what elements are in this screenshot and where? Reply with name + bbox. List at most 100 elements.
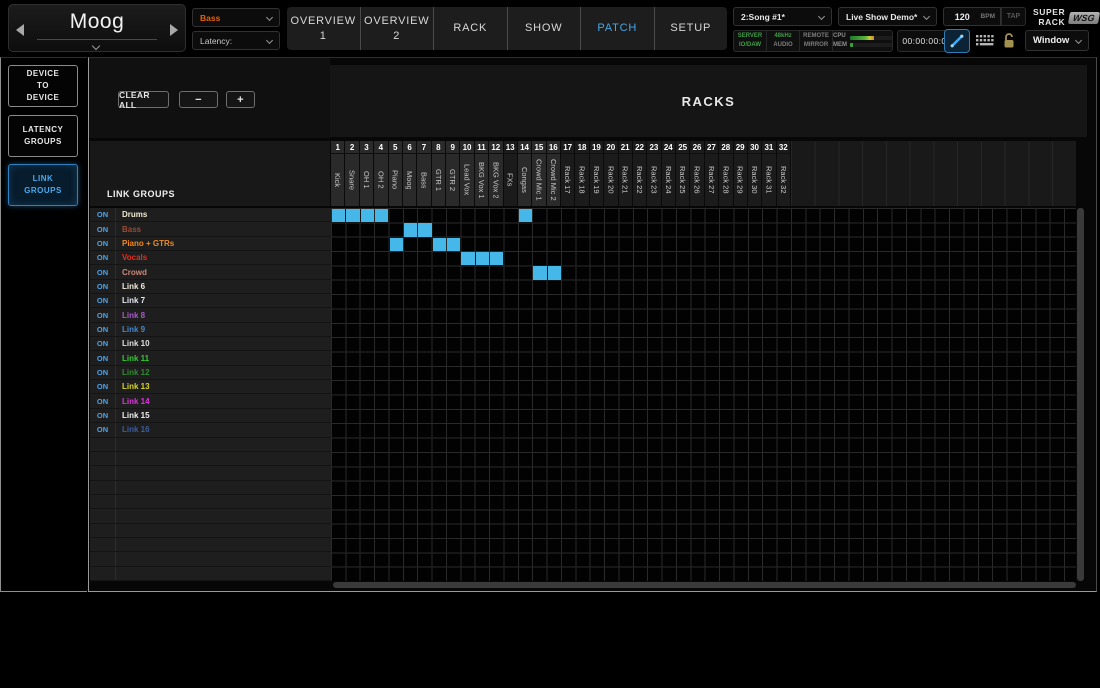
link-group-name[interactable]: Link 10 (116, 337, 331, 350)
tab-overview-1[interactable]: OVERVIEW 1 (287, 7, 360, 50)
device-next-icon[interactable] (170, 24, 178, 36)
link-group-name[interactable]: Crowd (116, 265, 331, 278)
lock-button[interactable] (1001, 31, 1017, 49)
rack-column-header[interactable]: 28Rack 28 (719, 141, 733, 206)
show-dropdown[interactable]: Live Show Demo* (838, 7, 937, 26)
link-group-name[interactable]: Link 6 (116, 280, 331, 293)
link-group-name[interactable]: Link 9 (116, 323, 331, 336)
link-assignment-cell[interactable] (548, 266, 561, 279)
rack-column-header[interactable]: 7Bass (417, 141, 431, 206)
rack-column-header[interactable]: 10Lead Vox (460, 141, 474, 206)
rack-column-header[interactable]: 8GTR 1 (432, 141, 446, 206)
link-group-on-toggle[interactable]: ON (90, 308, 116, 321)
link-group-name[interactable]: Link 14 (116, 394, 331, 407)
link-group-name[interactable]: Piano + GTRs (116, 237, 331, 250)
group-dropdown[interactable]: Bass (192, 8, 280, 27)
rack-column-header[interactable]: 14Congas (518, 141, 532, 206)
rack-column-header[interactable]: 21Rack 21 (619, 141, 633, 206)
rack-column-header[interactable]: 23Rack 23 (647, 141, 661, 206)
link-group-on-toggle[interactable]: ON (90, 294, 116, 307)
latency-groups-button[interactable]: LATENCY GROUPS (8, 115, 78, 157)
rack-column-header[interactable]: 20Rack 20 (604, 141, 618, 206)
link-group-name[interactable]: Link 7 (116, 294, 331, 307)
link-group-on-toggle[interactable]: ON (90, 394, 116, 407)
rack-column-header[interactable]: 3OH 1 (360, 141, 374, 206)
rack-column-header[interactable]: 32Rack 32 (777, 141, 791, 206)
tab-overview-2[interactable]: OVERVIEW 2 (360, 7, 434, 50)
link-group-on-toggle[interactable]: ON (90, 409, 116, 422)
link-group-on-toggle[interactable]: ON (90, 265, 116, 278)
rack-column-header[interactable]: 4OH 2 (374, 141, 388, 206)
rack-column-header[interactable]: 11BKG Vox 1 (475, 141, 489, 206)
link-group-on-toggle[interactable]: ON (90, 351, 116, 364)
tab-patch[interactable]: PATCH (580, 7, 654, 50)
link-group-name[interactable]: Bass (116, 222, 331, 235)
patch-mode-button[interactable] (944, 29, 970, 53)
rack-column-header[interactable]: 1Kick (331, 141, 345, 206)
rack-column-header[interactable]: 26Rack 26 (690, 141, 704, 206)
rack-column-header[interactable]: 24Rack 24 (662, 141, 676, 206)
link-assignment-cell[interactable] (433, 238, 446, 251)
keyboard-grid-button[interactable] (975, 33, 995, 48)
device-select-chevron-icon[interactable] (92, 42, 100, 50)
rack-column-header[interactable]: 16Crowd Mic 2 (547, 141, 561, 206)
rack-column-header[interactable]: 31Rack 31 (762, 141, 776, 206)
tab-setup[interactable]: SETUP (654, 7, 728, 50)
link-group-on-toggle[interactable]: ON (90, 280, 116, 293)
link-group-name[interactable]: Vocals (116, 251, 331, 264)
link-assignment-cell[interactable] (418, 223, 431, 236)
song-dropdown[interactable]: 2:Song #1* (733, 7, 832, 26)
add-group-button[interactable]: + (226, 91, 255, 108)
rack-column-header[interactable]: 30Rack 30 (748, 141, 762, 206)
window-dropdown[interactable]: Window (1025, 30, 1089, 51)
link-assignment-cell[interactable] (332, 209, 345, 222)
tap-tempo-button[interactable]: TAP (1001, 7, 1026, 26)
link-group-name[interactable]: Link 8 (116, 308, 331, 321)
rack-column-header[interactable]: 19Rack 19 (590, 141, 604, 206)
horizontal-scrollbar[interactable] (333, 582, 1076, 588)
link-group-on-toggle[interactable]: ON (90, 222, 116, 235)
link-group-name[interactable]: Link 11 (116, 351, 331, 364)
link-group-name[interactable]: Link 16 (116, 423, 331, 436)
rack-column-header[interactable]: 18Rack 18 (575, 141, 589, 206)
link-group-name[interactable]: Link 13 (116, 380, 331, 393)
rack-column-header[interactable]: 12BKG Vox 2 (489, 141, 503, 206)
rack-column-header[interactable]: 29Rack 29 (734, 141, 748, 206)
rack-column-header[interactable]: 17Rack 17 (561, 141, 575, 206)
link-assignment-cell[interactable] (519, 209, 532, 222)
link-group-on-toggle[interactable]: ON (90, 366, 116, 379)
link-assignment-cell[interactable] (390, 238, 403, 251)
rack-column-header[interactable]: 5Piano (389, 141, 403, 206)
link-groups-button[interactable]: LINK GROUPS (8, 164, 78, 206)
link-assignment-cell[interactable] (346, 209, 359, 222)
rack-column-header[interactable]: 6Moog (403, 141, 417, 206)
link-group-on-toggle[interactable]: ON (90, 337, 116, 350)
link-group-on-toggle[interactable]: ON (90, 251, 116, 264)
link-group-on-toggle[interactable]: ON (90, 423, 116, 436)
link-group-on-toggle[interactable]: ON (90, 237, 116, 250)
link-assignment-cell[interactable] (404, 223, 417, 236)
rack-column-header[interactable]: 9GTR 2 (446, 141, 460, 206)
remove-group-button[interactable]: − (179, 91, 218, 108)
link-assignment-cell[interactable] (375, 209, 388, 222)
link-assignment-cell[interactable] (461, 252, 474, 265)
tab-show[interactable]: SHOW (507, 7, 581, 50)
rack-column-header[interactable]: 15Crowd Mic 1 (532, 141, 546, 206)
rack-column-header[interactable]: 2Snare (345, 141, 359, 206)
link-assignment-cell[interactable] (476, 252, 489, 265)
link-assignment-cell[interactable] (533, 266, 546, 279)
link-group-name[interactable]: Link 15 (116, 409, 331, 422)
link-group-on-toggle[interactable]: ON (90, 380, 116, 393)
rack-column-header[interactable]: 27Rack 27 (705, 141, 719, 206)
tab-rack[interactable]: RACK (433, 7, 507, 50)
rack-column-header[interactable]: 22Rack 22 (633, 141, 647, 206)
link-assignment-cell[interactable] (490, 252, 503, 265)
link-assignment-cell[interactable] (361, 209, 374, 222)
link-group-on-toggle[interactable]: ON (90, 208, 116, 221)
link-group-name[interactable]: Link 12 (116, 366, 331, 379)
clear-all-button[interactable]: CLEAR ALL (118, 91, 169, 108)
rack-column-header[interactable]: 13FXs (504, 141, 518, 206)
bpm-display[interactable]: 120 BPM (943, 7, 1001, 26)
vertical-scrollbar[interactable] (1077, 208, 1084, 581)
link-group-name[interactable]: Drums (116, 208, 331, 221)
